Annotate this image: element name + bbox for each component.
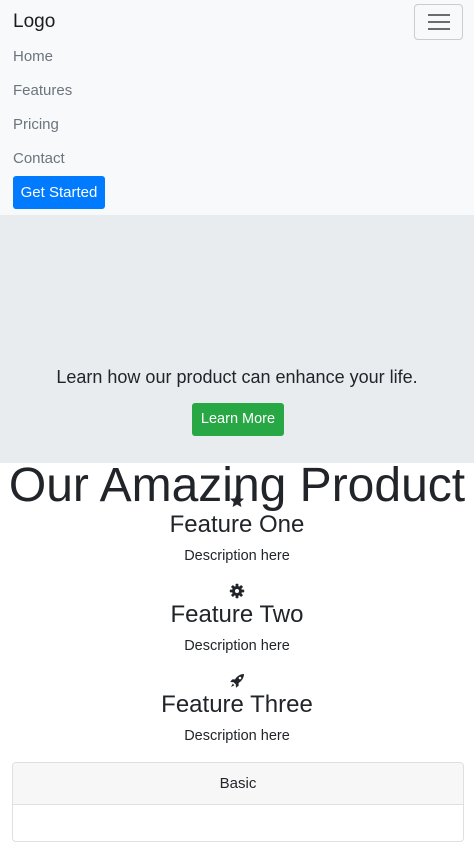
feature-description: Description here <box>184 548 290 564</box>
hero-lead: Learn how our product can enhance your l… <box>56 367 418 387</box>
pricing-card-header: Basic <box>13 763 463 805</box>
nav-link-pricing[interactable]: Pricing <box>13 108 72 142</box>
pricing-card-basic: Basic <box>12 762 464 842</box>
get-started-button[interactable]: Get Started <box>13 176 105 209</box>
feature-item: Feature Two Description here <box>0 583 474 656</box>
feature-title: Feature Two <box>170 601 304 628</box>
nav-links: Home Features Pricing Contact <box>13 40 72 176</box>
feature-item: Feature One Description here <box>0 493 474 566</box>
nav-link-home[interactable]: Home <box>13 40 72 74</box>
learn-more-button[interactable]: Learn More <box>192 403 284 436</box>
feature-description: Description here <box>184 638 290 654</box>
brand-logo[interactable]: Logo <box>13 10 55 34</box>
hero-section: Our Amazing Product Learn how our produc… <box>0 215 474 512</box>
navbar-toggle-button[interactable] <box>414 4 463 40</box>
features-section: Feature One Description here Feature Two… <box>0 463 474 762</box>
feature-title: Feature One <box>169 511 305 538</box>
rocket-icon <box>230 674 244 688</box>
gear-icon <box>229 583 245 599</box>
nav-link-features[interactable]: Features <box>13 74 72 108</box>
nav-link-contact[interactable]: Contact <box>13 142 72 176</box>
feature-item: Feature Three Description here <box>0 673 474 746</box>
navbar: Logo Home Features Pricing Contact Get S… <box>0 0 474 215</box>
hamburger-menu-icon <box>427 14 450 30</box>
star-icon <box>230 493 244 507</box>
feature-title: Feature Three <box>161 691 313 718</box>
feature-description: Description here <box>184 728 290 744</box>
